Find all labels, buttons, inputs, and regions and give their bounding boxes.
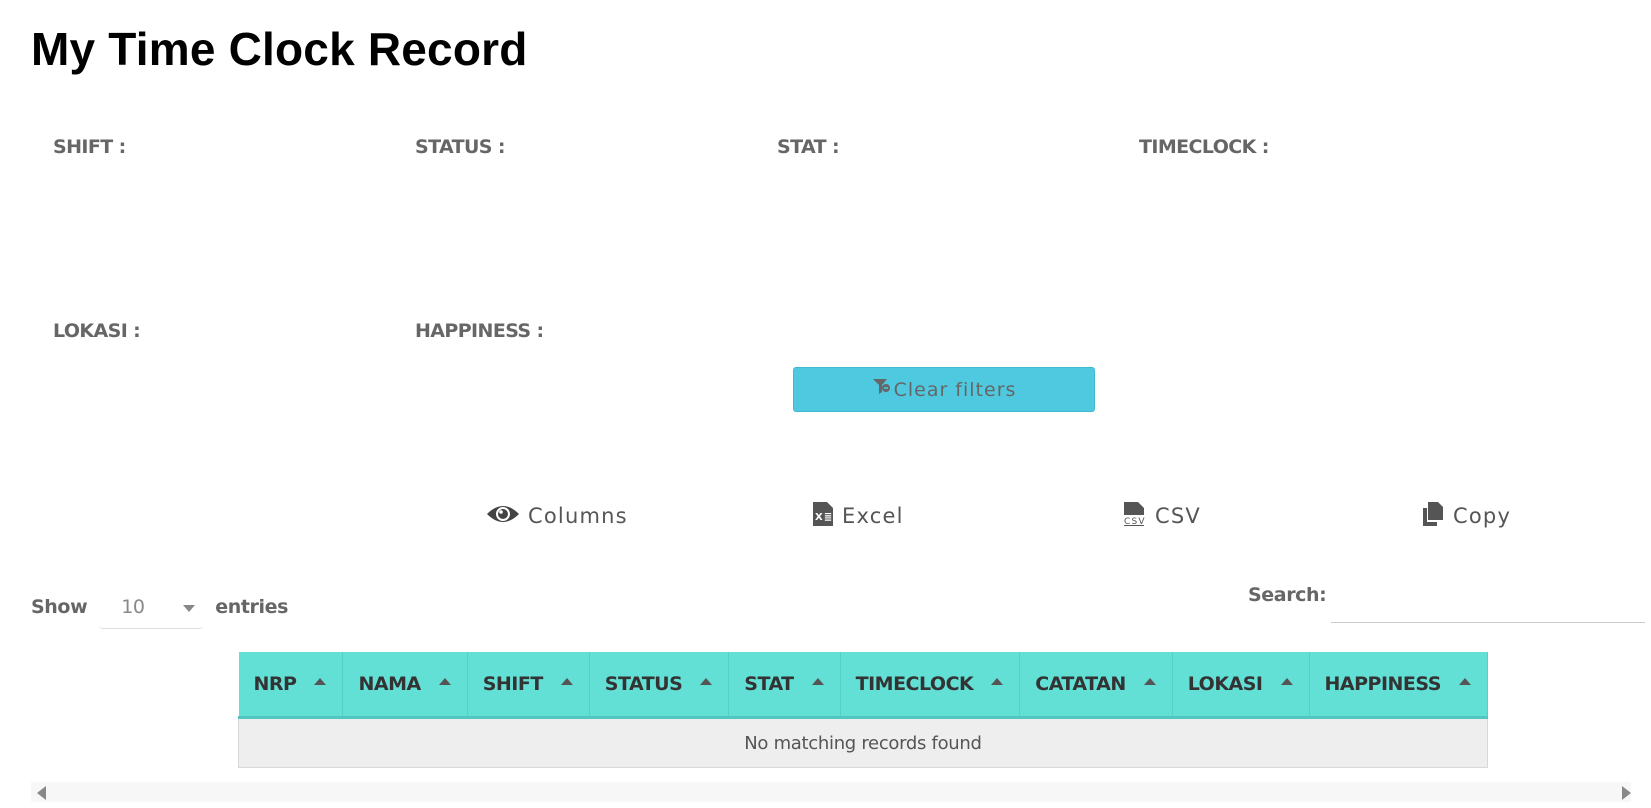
column-header-label: NRP: [253, 673, 297, 695]
show-label: Show: [31, 596, 88, 618]
sort-asc-icon: [811, 678, 824, 685]
column-header-status[interactable]: STATUS: [589, 652, 730, 719]
svg-text:CSV: CSV: [1124, 517, 1146, 527]
entries-label: entries: [215, 596, 288, 618]
clear-filters-button[interactable]: Clear filters: [793, 367, 1095, 412]
horizontal-scrollbar[interactable]: [31, 782, 1631, 802]
column-header-stat[interactable]: STAT: [728, 652, 841, 719]
chevron-down-icon: [183, 605, 196, 612]
search-input[interactable]: [1331, 580, 1646, 623]
excel-label: Excel: [842, 504, 904, 528]
sort-asc-icon: [560, 678, 573, 685]
column-header-lokasi[interactable]: LOKASI: [1172, 652, 1310, 719]
sort-asc-icon: [314, 678, 327, 685]
sort-asc-icon: [1458, 678, 1471, 685]
column-header-label: LOKASI: [1187, 673, 1263, 695]
columns-label: Columns: [528, 504, 628, 528]
column-header-label: HAPPINESS: [1324, 673, 1442, 695]
sort-asc-icon: [700, 678, 713, 685]
sort-asc-icon: [438, 678, 451, 685]
column-header-label: SHIFT: [482, 673, 544, 695]
svg-text:X≣: X≣: [815, 512, 834, 523]
entries-select[interactable]: 10: [99, 585, 204, 629]
csv-button[interactable]: CSV CSV: [1123, 496, 1201, 536]
filter-label-lokasi: LOKASI :: [53, 320, 141, 342]
search-area: Search:: [1248, 580, 1646, 623]
column-header-happiness[interactable]: HAPPINESS: [1309, 652, 1488, 719]
column-header-label: CATATAN: [1035, 673, 1126, 695]
copy-label: Copy: [1453, 504, 1512, 528]
sort-asc-icon: [1143, 678, 1156, 685]
column-header-label: NAMA: [358, 673, 421, 695]
entries-select-value: 10: [121, 595, 145, 618]
filter-clear-icon: [872, 377, 894, 402]
clear-filters-label: Clear filters: [893, 378, 1017, 401]
filter-label-shift: SHIFT :: [53, 136, 126, 158]
column-header-label: TIMECLOCK: [855, 673, 974, 695]
column-header-label: STATUS: [604, 673, 683, 695]
empty-table-message: No matching records found: [238, 717, 1488, 768]
scroll-left-icon[interactable]: [37, 786, 46, 800]
filter-label-stat: STAT :: [777, 136, 840, 158]
sort-asc-icon: [991, 678, 1004, 685]
csv-file-icon: CSV: [1123, 501, 1155, 532]
filter-label-happiness: HAPPINESS :: [415, 320, 544, 342]
column-header-label: STAT: [744, 673, 794, 695]
scroll-right-icon[interactable]: [1622, 786, 1631, 800]
table-header-row: NRP NAMA SHIFT STATUS STAT TIMECLOCK CAT…: [238, 652, 1488, 719]
excel-file-icon: X≣: [812, 501, 842, 532]
column-header-nrp[interactable]: NRP: [238, 652, 344, 719]
records-table: NRP NAMA SHIFT STATUS STAT TIMECLOCK CAT…: [238, 652, 1488, 768]
column-header-shift[interactable]: SHIFT: [467, 652, 590, 719]
column-header-nama[interactable]: NAMA: [342, 652, 468, 719]
sort-asc-icon: [1280, 678, 1293, 685]
csv-label: CSV: [1155, 504, 1201, 528]
copy-icon: [1421, 501, 1453, 532]
page-title: My Time Clock Record: [31, 23, 528, 75]
filter-label-status: STATUS :: [415, 136, 505, 158]
search-label: Search:: [1248, 584, 1327, 606]
column-header-catatan[interactable]: CATATAN: [1019, 652, 1173, 719]
length-menu: Show 10 entries: [31, 585, 288, 629]
copy-button[interactable]: Copy: [1421, 496, 1511, 536]
table-row: No matching records found: [238, 717, 1488, 768]
excel-button[interactable]: X≣ Excel: [812, 496, 904, 536]
columns-button[interactable]: Columns: [486, 496, 628, 536]
column-header-timeclock[interactable]: TIMECLOCK: [840, 652, 1021, 719]
filter-label-timeclock: TIMECLOCK :: [1139, 136, 1269, 158]
eye-icon: [486, 502, 528, 531]
